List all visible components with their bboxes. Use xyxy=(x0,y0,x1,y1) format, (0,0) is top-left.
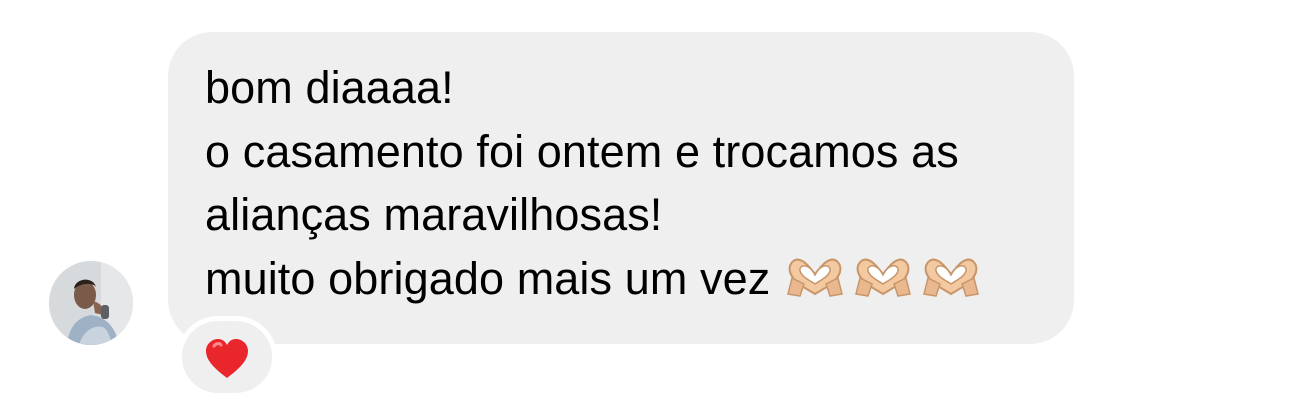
heart-hands-emoji xyxy=(854,253,912,317)
sender-avatar[interactable] xyxy=(49,261,133,345)
heart-hands-emoji xyxy=(922,253,980,317)
message-line-4-text: muito obrigado mais um vez xyxy=(205,252,771,304)
message-bubble[interactable]: bom diaaaa! o casamento foi ontem e troc… xyxy=(168,32,1074,344)
reaction-badge[interactable] xyxy=(177,316,277,398)
chat-thread: bom diaaaa! o casamento foi ontem e troc… xyxy=(0,0,1290,413)
heart-hands-emoji-group xyxy=(786,247,980,317)
message-line-2: o casamento foi ontem e trocamos as xyxy=(205,125,959,177)
avatar-photo xyxy=(49,261,133,345)
message-line-4: muito obrigado mais um vez xyxy=(205,247,1074,317)
heart-hands-emoji xyxy=(786,253,844,317)
message-line-1: bom diaaaa! xyxy=(205,62,454,113)
message-line-3: alianças maravilhosas! xyxy=(205,189,663,240)
red-heart-emoji xyxy=(206,339,248,378)
